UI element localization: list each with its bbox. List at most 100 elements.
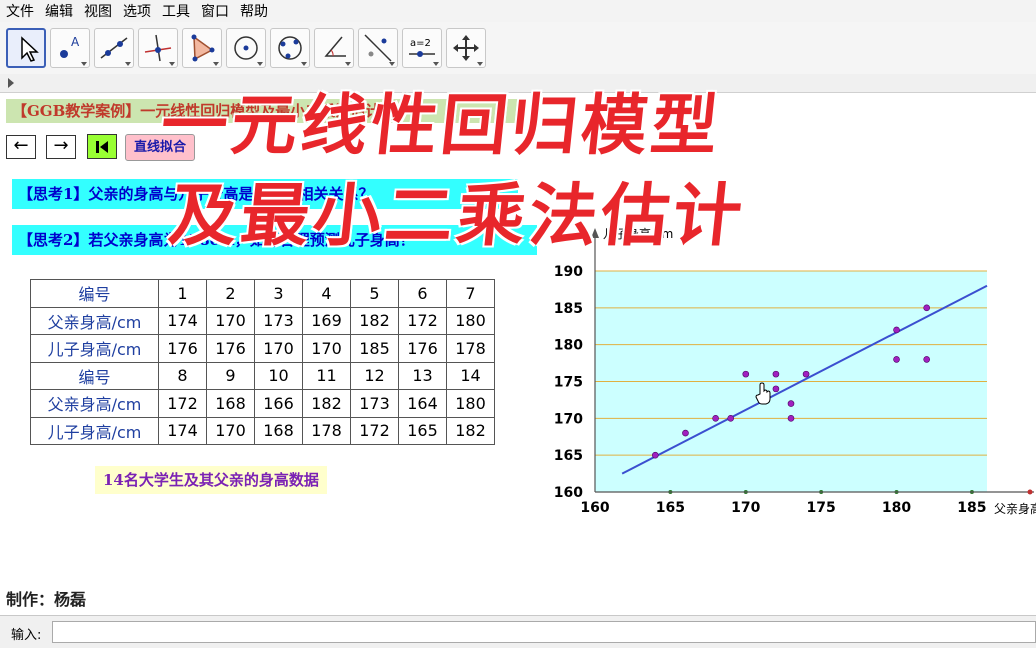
menu-item-0[interactable]: 文件 <box>0 1 39 21</box>
table-cell: 176 <box>158 334 207 363</box>
reset-button[interactable] <box>87 134 117 159</box>
table-cell: 178 <box>302 416 351 445</box>
row-header-cell: 编号 <box>30 361 159 390</box>
table-cell: 180 <box>446 389 495 418</box>
row-header-cell: 儿子身高/cm <box>30 334 159 363</box>
table-row: 儿子身高/cm 176 176 170 170 185 176 178 <box>30 334 495 363</box>
ellipse-icon <box>278 36 302 60</box>
menu-item-3[interactable]: 选项 <box>117 1 156 21</box>
table-cell: 13 <box>398 361 447 390</box>
table-cell: 3 <box>254 279 303 308</box>
menu-bar: 文件 编辑 视图 选项 工具 窗口 帮助 <box>0 0 1036 22</box>
y-tick-label: 160 <box>554 485 583 501</box>
table-cell: 168 <box>254 416 303 445</box>
y-tick-label: 180 <box>554 338 583 354</box>
table-cell: 5 <box>350 279 399 308</box>
table-cell: 172 <box>158 389 207 418</box>
table-cell: 170 <box>206 416 255 445</box>
table-cell: 9 <box>206 361 255 390</box>
line-icon <box>100 37 128 59</box>
table-cell: 170 <box>254 334 303 363</box>
table-cell: 174 <box>158 306 207 335</box>
next-button[interactable]: → <box>46 135 76 159</box>
table-cell: 10 <box>254 361 303 390</box>
input-bar: 输入: <box>0 615 1036 648</box>
svg-text:A: A <box>71 35 80 49</box>
table-cell: 182 <box>446 416 495 445</box>
circle-tool-button[interactable] <box>226 28 266 68</box>
table-cell: 164 <box>398 389 447 418</box>
data-point <box>923 356 930 363</box>
table-row: 儿子身高/cm 174 170 168 178 172 165 182 <box>30 416 495 445</box>
table-cell: 176 <box>206 334 255 363</box>
slider-icon: a=2 <box>409 38 435 57</box>
table-cell: 12 <box>350 361 399 390</box>
x-tick-label: 185 <box>957 500 986 516</box>
table-cell: 168 <box>206 389 255 418</box>
reflect-icon <box>364 34 392 62</box>
data-point <box>787 415 795 422</box>
polygon-tool-button[interactable] <box>182 28 222 68</box>
table-cell: 11 <box>302 361 351 390</box>
table-cell: 174 <box>158 416 207 445</box>
move-tool-button[interactable] <box>6 28 46 68</box>
table-cell: 1 <box>158 279 207 308</box>
table-cell: 2 <box>206 279 255 308</box>
move-view-icon <box>453 35 479 61</box>
menu-item-1[interactable]: 编辑 <box>39 1 78 21</box>
overlay-title-line-1: 一元线性回归模型 <box>157 87 726 164</box>
prev-button[interactable]: ← <box>6 135 36 159</box>
x-tick-label: 165 <box>656 500 685 516</box>
table-caption: 14名大学生及其父亲的身高数据 <box>95 466 327 494</box>
point-tool-button[interactable]: A <box>50 28 90 68</box>
move-view-tool-button[interactable] <box>446 28 486 68</box>
menu-item-2[interactable]: 视图 <box>78 1 117 21</box>
data-point <box>712 415 719 422</box>
expand-arrow-icon[interactable] <box>8 78 14 88</box>
data-point <box>893 326 900 334</box>
perpendicular-tool-button[interactable] <box>138 28 178 68</box>
input-field[interactable] <box>52 621 1036 643</box>
table-cell: 169 <box>302 306 351 335</box>
menu-item-6[interactable]: 帮助 <box>234 1 273 21</box>
x-axis-label: 父亲身高/cm <box>994 501 1036 516</box>
height-data-table: 编号 1 2 3 4 5 6 7 父亲身高/cm 174 170 173 169 182 172 180 儿子身… <box>30 279 495 445</box>
menu-item-5[interactable]: 窗口 <box>195 1 234 21</box>
table-cell: 176 <box>398 334 447 363</box>
table-cell: 170 <box>302 334 351 363</box>
x-axis-end-point <box>1027 489 1033 495</box>
table-cell: 170 <box>206 306 255 335</box>
reflect-tool-button[interactable] <box>358 28 398 68</box>
data-point <box>802 370 810 378</box>
ellipse-tool-button[interactable] <box>270 28 310 68</box>
angle-tool-button[interactable] <box>314 28 354 68</box>
y-tick-label: 185 <box>554 301 583 317</box>
data-point <box>652 451 659 459</box>
table-cell: 173 <box>254 306 303 335</box>
data-point <box>787 400 795 407</box>
y-tick-label: 175 <box>554 375 583 391</box>
data-point <box>923 304 930 312</box>
table-cell: 180 <box>446 306 495 335</box>
input-label: 输入: <box>11 628 42 643</box>
table-cell: 6 <box>398 279 447 308</box>
data-point <box>772 385 780 393</box>
y-tick-label: 165 <box>554 448 583 464</box>
move-arrow-icon <box>21 36 39 62</box>
table-cell: 182 <box>350 306 399 335</box>
slider-tool-button[interactable]: a=2 <box>402 28 442 68</box>
data-point <box>727 415 734 422</box>
toolbar: A a=2 <box>0 22 1036 74</box>
menu-item-4[interactable]: 工具 <box>156 1 195 21</box>
table-row: 编号 8 9 10 11 12 13 14 <box>30 361 495 390</box>
perpendicular-line-icon <box>144 34 172 62</box>
point-icon: A <box>60 35 80 58</box>
table-cell: 7 <box>446 279 495 308</box>
x-tick-label: 160 <box>580 500 609 516</box>
row-header-cell: 编号 <box>30 279 159 308</box>
line-tool-button[interactable] <box>94 28 134 68</box>
row-header-cell: 父亲身高/cm <box>30 306 159 335</box>
data-point <box>772 370 780 378</box>
skip-to-start-icon <box>96 141 108 153</box>
x-tick-label: 175 <box>807 500 836 516</box>
